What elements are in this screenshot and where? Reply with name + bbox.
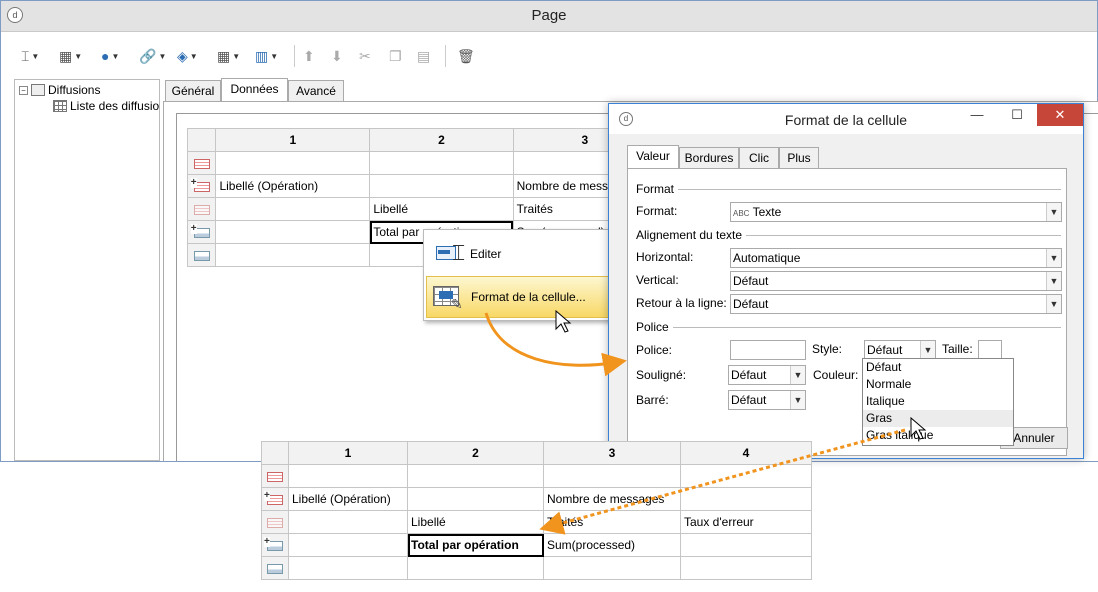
arrow-curve [484,312,627,377]
cursor-icon [910,416,927,440]
arrow-dotted [539,428,906,535]
cursor-icon [555,309,572,333]
annotation-overlay [484,309,927,535]
